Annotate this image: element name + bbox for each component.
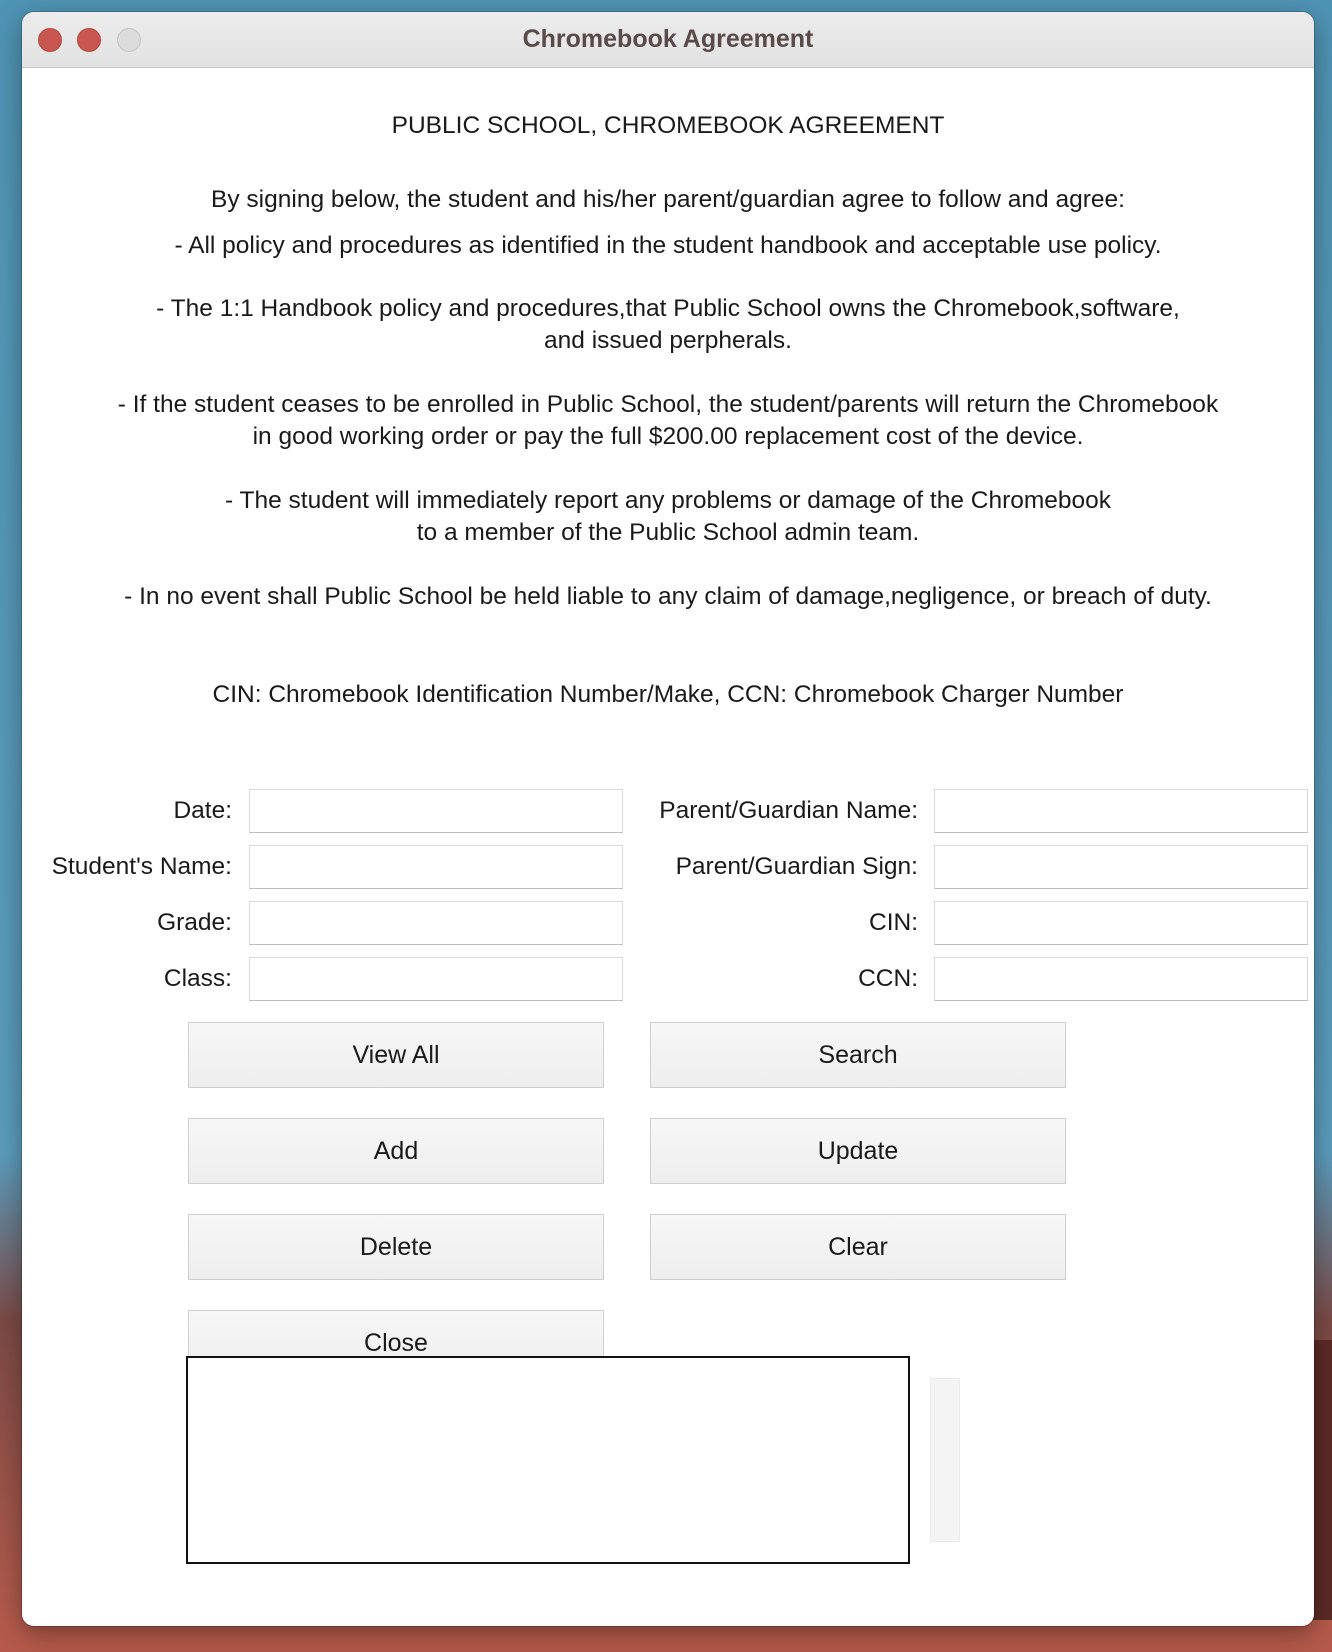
grade-label: Grade: <box>157 909 232 936</box>
date-label: Date: <box>173 797 232 824</box>
listbox-scrollbar[interactable] <box>930 1378 960 1542</box>
app-window: Chromebook Agreement PUBLIC SCHOOL, CHRO… <box>22 12 1314 1626</box>
parent-name-label: Parent/Guardian Name: <box>659 797 918 824</box>
agreement-heading: PUBLIC SCHOOL, CHROMEBOOK AGREEMENT <box>391 112 945 139</box>
cin-label: CIN: <box>869 909 918 936</box>
delete-button[interactable]: Delete <box>188 1214 604 1280</box>
agreement-intro: By signing below, the student and his/he… <box>211 186 1125 213</box>
parent-sign-label: Parent/Guardian Sign: <box>675 853 918 880</box>
clear-button[interactable]: Clear <box>650 1214 1066 1280</box>
agreement-clause-2-line-1: - The 1:1 Handbook policy and procedures… <box>156 295 1180 322</box>
grade-field[interactable] <box>249 901 623 945</box>
agreement-clause-1: - All policy and procedures as identifie… <box>174 232 1162 259</box>
records-listbox[interactable] <box>186 1356 910 1564</box>
add-button[interactable]: Add <box>188 1118 604 1184</box>
student-name-label: Student's Name: <box>51 853 232 880</box>
agreement-clause-3-line-1: - If the student ceases to be enrolled i… <box>117 391 1219 418</box>
agreement-clause-4-line-2: to a member of the Public School admin t… <box>416 519 920 546</box>
class-label: Class: <box>163 965 232 992</box>
date-field[interactable] <box>249 789 623 833</box>
parent-name-field[interactable] <box>934 789 1308 833</box>
window-title: Chromebook Agreement <box>522 25 814 53</box>
update-button[interactable]: Update <box>650 1118 1066 1184</box>
agreement-clause-4-line-1: - The student will immediately report an… <box>224 487 1112 514</box>
agreement-clause-3-line-2: in good working order or pay the full $2… <box>252 423 1084 450</box>
title-bar[interactable]: Chromebook Agreement <box>22 12 1314 68</box>
ccn-field[interactable] <box>934 957 1308 1001</box>
agreement-clause-2-line-2: and issued perpherals. <box>544 327 792 354</box>
agreement-clause-5: - In no event shall Public School be hel… <box>124 583 1212 610</box>
student-name-field[interactable] <box>249 845 623 889</box>
class-field[interactable] <box>249 957 623 1001</box>
view-all-button[interactable]: View All <box>188 1022 604 1088</box>
cin-field[interactable] <box>934 901 1308 945</box>
ccn-label: CCN: <box>858 965 918 992</box>
search-button[interactable]: Search <box>650 1022 1066 1088</box>
parent-sign-field[interactable] <box>934 845 1308 889</box>
abbreviation-legend: CIN: Chromebook Identification Number/Ma… <box>212 681 1124 708</box>
